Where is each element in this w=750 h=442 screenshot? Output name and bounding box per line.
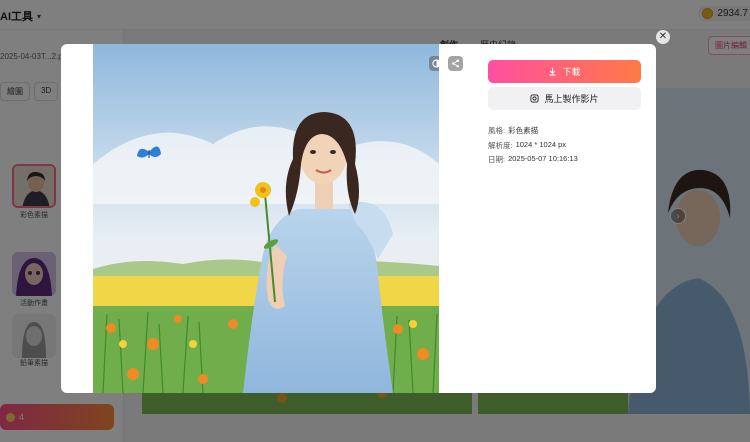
close-icon[interactable]: ✕	[656, 30, 670, 44]
download-icon	[549, 67, 557, 76]
meta-date-key: 日期:	[488, 155, 506, 164]
meta-style: 風格: 彩色素描	[488, 125, 538, 136]
meta-resolution: 解析度: 1024 * 1024 px	[488, 140, 566, 151]
make-video-label: 馬上製作影片	[544, 94, 599, 104]
meta-resolution-key: 解析度:	[488, 141, 513, 150]
preview-image	[93, 44, 439, 393]
meta-resolution-value: 1024 * 1024 px	[515, 140, 567, 149]
meta-date-value: 2025-05-07 10:16:13	[508, 154, 578, 163]
download-button[interactable]: 下載	[488, 60, 641, 83]
meta-style-value: 彩色素描	[508, 126, 539, 135]
meta-style-key: 風格:	[488, 126, 506, 135]
preview-illustration	[93, 44, 439, 393]
meta-date: 日期: 2025-05-07 10:16:13	[488, 154, 578, 165]
download-label: 下載	[562, 67, 581, 77]
make-video-button[interactable]: 馬上製作影片	[488, 87, 641, 110]
compare-icon[interactable]	[429, 56, 439, 71]
image-preview-modal: 下載 馬上製作影片 風格: 彩色素描 解析度: 1024 * 1024 px 日…	[61, 44, 656, 393]
share-icon[interactable]	[448, 56, 463, 71]
video-icon	[530, 94, 540, 103]
